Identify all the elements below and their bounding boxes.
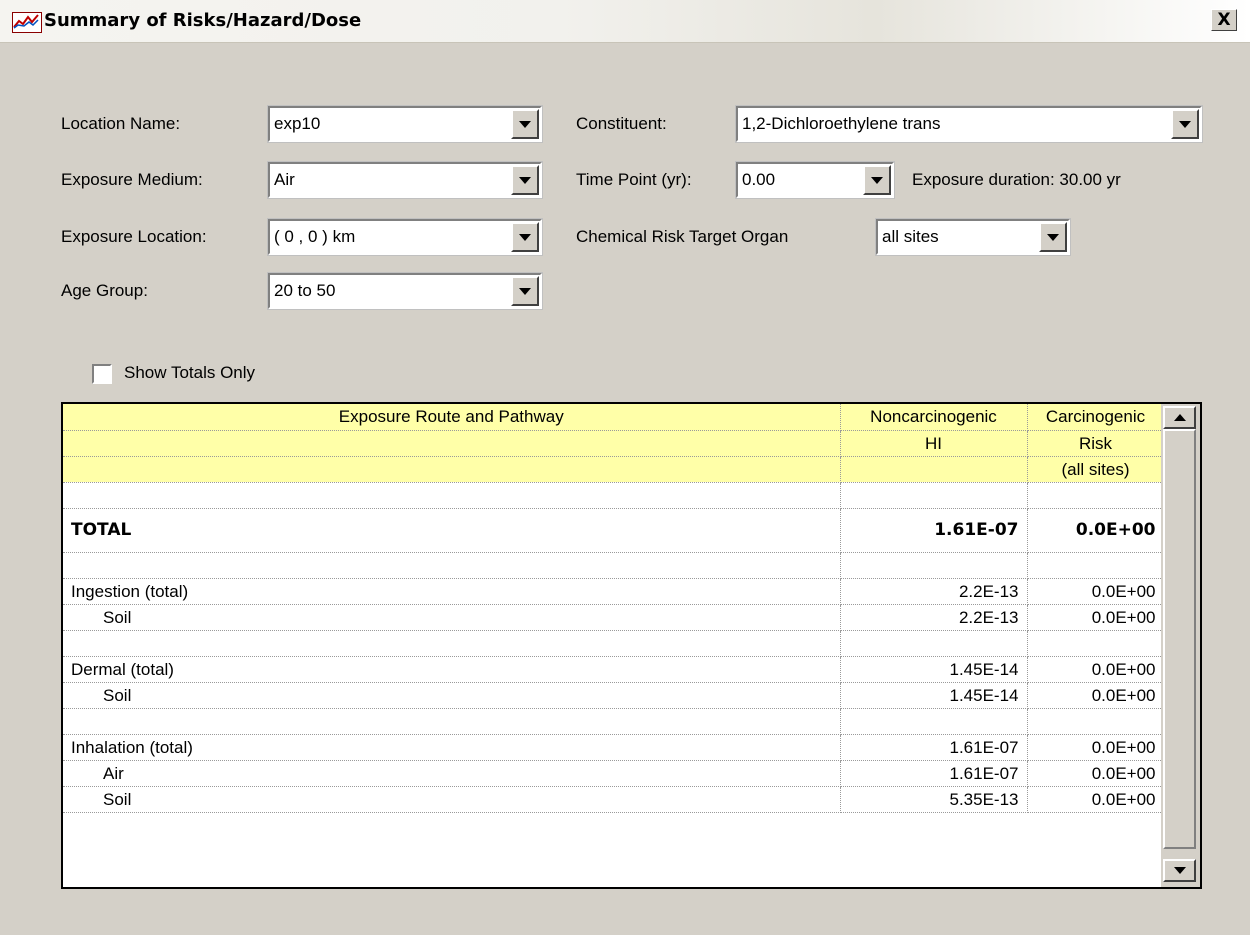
grid-header-row: (all sites) bbox=[63, 456, 1165, 483]
close-icon: X bbox=[1217, 10, 1231, 30]
row-risk-value: 0.0E+00 bbox=[1027, 786, 1165, 813]
exposure-duration-text: Exposure duration: 30.00 yr bbox=[912, 170, 1121, 189]
row-label bbox=[63, 482, 841, 509]
title-bar: Summary of Risks/Hazard/Dose X bbox=[0, 0, 1250, 43]
row-risk-value bbox=[1027, 482, 1165, 509]
time-point-value: 0.00 bbox=[742, 170, 776, 189]
chevron-down-icon[interactable] bbox=[511, 109, 539, 139]
row-risk-value bbox=[1027, 708, 1165, 735]
vertical-scrollbar[interactable] bbox=[1161, 404, 1200, 887]
table-row: TOTAL 1.61E-07 0.0E+00 bbox=[63, 508, 1165, 553]
grid-header-row: HI Risk bbox=[63, 430, 1165, 457]
table-row: Soil 1.45E-14 0.0E+00 bbox=[63, 682, 1165, 709]
table-row bbox=[63, 552, 1165, 579]
row-label bbox=[63, 630, 841, 657]
time-point-dropdown[interactable]: 0.00 bbox=[735, 161, 895, 199]
row-risk-value bbox=[1027, 630, 1165, 657]
exposure-location-value: ( 0 , 0 ) km bbox=[274, 227, 356, 246]
row-risk-value: 0.0E+00 bbox=[1027, 578, 1165, 605]
exposure-location-dropdown[interactable]: ( 0 , 0 ) km bbox=[267, 218, 543, 256]
header-noncarc-sub: HI bbox=[840, 430, 1028, 457]
age-group-dropdown[interactable]: 20 to 50 bbox=[267, 272, 543, 310]
row-hi-value: 1.61E-07 bbox=[840, 760, 1028, 787]
window-title: Summary of Risks/Hazard/Dose bbox=[44, 10, 362, 31]
row-label: Dermal (total) bbox=[63, 656, 841, 683]
row-hi-value: 1.61E-07 bbox=[840, 734, 1028, 761]
table-row: Inhalation (total) 1.61E-07 0.0E+00 bbox=[63, 734, 1165, 761]
row-risk-value bbox=[1027, 552, 1165, 579]
table-row bbox=[63, 708, 1165, 735]
constituent-label: Constituent: bbox=[576, 114, 667, 133]
table-row: Soil 2.2E-13 0.0E+00 bbox=[63, 604, 1165, 631]
row-label: Air bbox=[63, 760, 841, 787]
row-hi-value bbox=[840, 708, 1028, 735]
header-noncarc: Noncarcinogenic bbox=[840, 404, 1028, 431]
arrow-down-icon[interactable] bbox=[1163, 859, 1196, 882]
row-risk-value: 0.0E+00 bbox=[1027, 734, 1165, 761]
exposure-medium-value: Air bbox=[274, 170, 295, 189]
chart-icon bbox=[12, 12, 42, 33]
row-label: TOTAL bbox=[63, 508, 841, 553]
exposure-medium-label: Exposure Medium: bbox=[61, 170, 203, 189]
row-label: Soil bbox=[63, 604, 841, 631]
chevron-down-icon[interactable] bbox=[511, 276, 539, 306]
row-label: Inhalation (total) bbox=[63, 734, 841, 761]
row-risk-value: 0.0E+00 bbox=[1027, 760, 1165, 787]
row-label: Ingestion (total) bbox=[63, 578, 841, 605]
row-label: Soil bbox=[63, 786, 841, 813]
chevron-down-icon[interactable] bbox=[511, 222, 539, 252]
row-hi-value: 1.45E-14 bbox=[840, 682, 1028, 709]
row-hi-value bbox=[840, 482, 1028, 509]
grid-header-row: Exposure Route and Pathway Noncarcinogen… bbox=[63, 404, 1165, 431]
exposure-location-label: Exposure Location: bbox=[61, 227, 207, 246]
row-label: Soil bbox=[63, 682, 841, 709]
constituent-value: 1,2-Dichloroethylene trans bbox=[742, 114, 941, 133]
table-row bbox=[63, 630, 1165, 657]
scroll-thumb[interactable] bbox=[1163, 429, 1196, 849]
header-route: Exposure Route and Pathway bbox=[63, 404, 841, 431]
location-name-value: exp10 bbox=[274, 114, 321, 133]
arrow-up-icon[interactable] bbox=[1163, 406, 1196, 429]
row-label bbox=[63, 552, 841, 579]
header-carc-sub2: (all sites) bbox=[1027, 456, 1165, 483]
target-organ-dropdown[interactable]: all sites bbox=[875, 218, 1071, 256]
age-group-value: 20 to 50 bbox=[274, 281, 336, 300]
location-name-dropdown[interactable]: exp10 bbox=[267, 105, 543, 143]
show-totals-only-checkbox[interactable] bbox=[92, 364, 112, 384]
risk-summary-grid[interactable]: Exposure Route and Pathway Noncarcinogen… bbox=[61, 402, 1202, 889]
header-carc-sub: Risk bbox=[1027, 430, 1165, 457]
target-organ-value: all sites bbox=[882, 227, 939, 246]
target-organ-label: Chemical Risk Target Organ bbox=[576, 227, 789, 246]
close-button[interactable]: X bbox=[1211, 9, 1237, 31]
row-hi-value: 1.61E-07 bbox=[840, 508, 1028, 553]
row-risk-value: 0.0E+00 bbox=[1027, 682, 1165, 709]
chevron-down-icon[interactable] bbox=[1039, 222, 1067, 252]
row-hi-value: 2.2E-13 bbox=[840, 578, 1028, 605]
risk-summary-table: Exposure Route and Pathway Noncarcinogen… bbox=[63, 404, 1165, 813]
chevron-down-icon[interactable] bbox=[511, 165, 539, 195]
row-hi-value: 2.2E-13 bbox=[840, 604, 1028, 631]
show-totals-only-label: Show Totals Only bbox=[124, 363, 256, 382]
table-row bbox=[63, 482, 1165, 509]
table-row: Soil 5.35E-13 0.0E+00 bbox=[63, 786, 1165, 813]
location-name-label: Location Name: bbox=[61, 114, 181, 133]
chevron-down-icon[interactable] bbox=[1171, 109, 1199, 139]
row-label bbox=[63, 708, 841, 735]
exposure-medium-dropdown[interactable]: Air bbox=[267, 161, 543, 199]
row-hi-value: 1.45E-14 bbox=[840, 656, 1028, 683]
age-group-label: Age Group: bbox=[61, 281, 148, 300]
table-row: Ingestion (total) 2.2E-13 0.0E+00 bbox=[63, 578, 1165, 605]
row-hi-value bbox=[840, 552, 1028, 579]
table-row: Air 1.61E-07 0.0E+00 bbox=[63, 760, 1165, 787]
row-hi-value bbox=[840, 630, 1028, 657]
row-risk-value: 0.0E+00 bbox=[1027, 656, 1165, 683]
header-carc: Carcinogenic bbox=[1027, 404, 1165, 431]
row-hi-value: 5.35E-13 bbox=[840, 786, 1028, 813]
constituent-dropdown[interactable]: 1,2-Dichloroethylene trans bbox=[735, 105, 1203, 143]
table-row: Dermal (total) 1.45E-14 0.0E+00 bbox=[63, 656, 1165, 683]
time-point-label: Time Point (yr): bbox=[576, 170, 692, 189]
row-risk-value: 0.0E+00 bbox=[1027, 604, 1165, 631]
chevron-down-icon[interactable] bbox=[863, 165, 891, 195]
row-risk-value: 0.0E+00 bbox=[1027, 508, 1165, 553]
